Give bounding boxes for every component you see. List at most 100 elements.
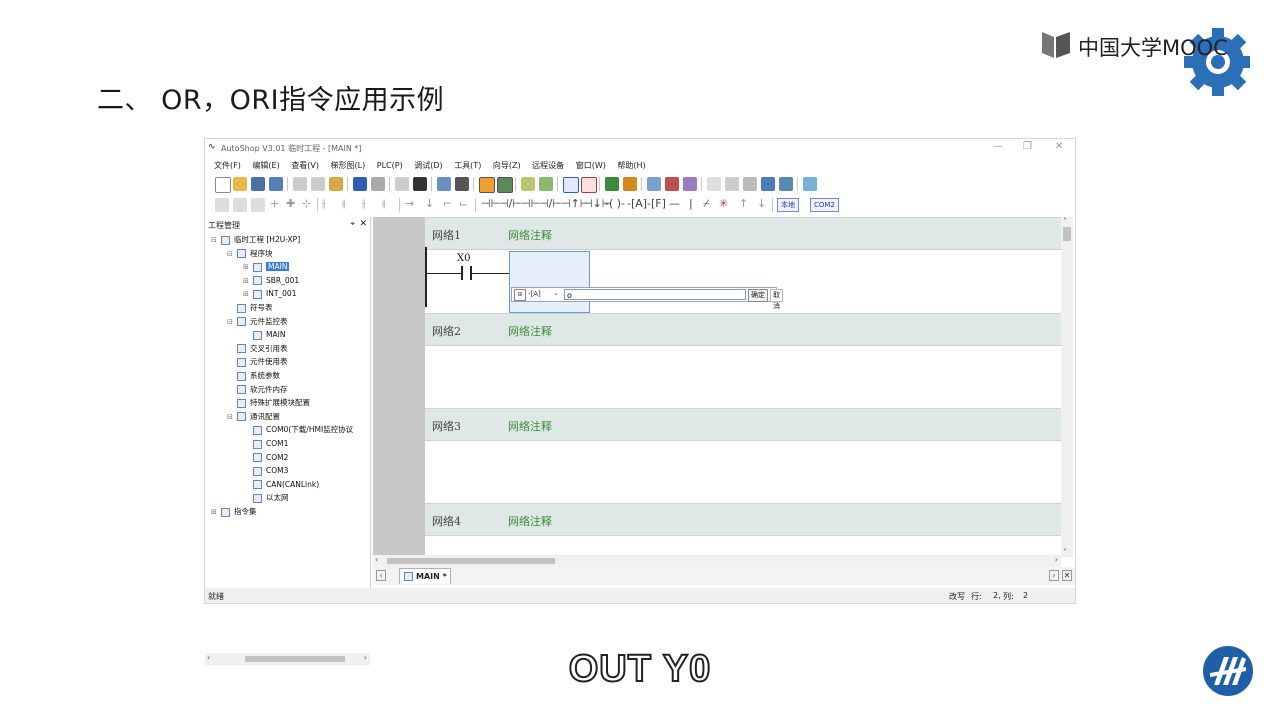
menu-tools[interactable]: 工具(T) [454,160,481,171]
branch-icon[interactable]: ⌐ [443,197,452,210]
network-comment[interactable]: 网络注释 [508,227,552,243]
menu-file[interactable]: 文件(F) [214,160,241,171]
delete-hline-icon[interactable]: ⌿ [703,197,710,211]
redo-icon[interactable] [371,177,385,191]
network-header-4[interactable]: 网络4 网络注释 [425,503,1061,536]
monitor-icon[interactable] [647,177,661,191]
branch-end-icon[interactable]: ⌙ [459,197,468,210]
down-arrow-icon[interactable]: ↓ [757,197,766,210]
editor-vertical-scrollbar[interactable]: ˄ ˅ [1061,217,1073,557]
tree-item[interactable]: CAN(CANLink) [253,479,319,491]
network-header-3[interactable]: 网络3 网络注释 [425,408,1061,441]
network-comment[interactable]: 网络注释 [508,418,552,434]
save-icon[interactable] [251,177,265,191]
hline-draw-icon[interactable]: — [669,197,680,210]
tree-item[interactable]: ⊟ 程序块 [227,248,273,260]
tree-item[interactable]: COM3 [253,465,288,477]
tree-item[interactable]: 交叉引用表 [237,343,288,355]
close-tab-icon[interactable]: ✕ [1062,570,1072,581]
print-icon[interactable] [455,177,469,191]
cancel-button[interactable]: 取消 [770,289,783,310]
save-all-icon[interactable] [269,177,283,191]
tree-item[interactable]: COM2 [253,452,288,464]
confirm-button[interactable]: 确定 [748,289,768,302]
insert-row-icon[interactable]: + [270,197,279,210]
run-icon[interactable] [563,177,579,193]
menu-wizard[interactable]: 向导(Z) [493,160,521,171]
network-comment[interactable]: 网络注释 [508,323,552,339]
tab-main[interactable]: MAIN * [399,568,451,584]
instruction-icon[interactable]: -[A] [627,197,647,210]
new-file-icon[interactable] [215,177,231,193]
ladder-tool-3-icon[interactable] [251,198,265,212]
tree-item[interactable]: ⊟ 通讯配置 [227,411,280,423]
tree-item[interactable]: 特殊扩展模块配置 [237,397,310,409]
find-icon[interactable] [413,177,427,191]
close-pane-icon[interactable]: ✕ [359,219,367,229]
vline-icon[interactable]: ↓ [425,197,434,210]
parallel-1-icon[interactable]: ⫲ [322,197,326,211]
ori-contact-icon[interactable]: ⊣/⊢ [539,197,562,210]
network-comment[interactable]: 网络注释 [508,513,552,529]
paste-icon[interactable] [329,177,343,191]
parallel-3-icon[interactable]: ⫲ [362,197,366,211]
pin-icon[interactable]: ⌖ [350,219,355,229]
menu-view[interactable]: 查看(V) [291,160,319,171]
instruction-input[interactable]: o [564,289,746,300]
pen-icon[interactable] [707,177,721,191]
ladder-tool-1-icon[interactable] [215,198,229,212]
insert-down-icon[interactable]: ✚ [286,197,295,210]
tree-item[interactable]: ⊞ SBR_001 [243,275,299,287]
download-icon[interactable] [605,177,619,191]
tree-item[interactable]: 软元件内存 [237,384,288,396]
chevron-down-icon[interactable]: ⌄ [553,289,559,297]
expand-icon[interactable]: ⊞ [243,261,249,273]
print-preview-icon[interactable] [437,177,451,191]
tree-item[interactable]: 以太网 [253,492,289,504]
no-contact-icon[interactable]: ⊣⊢ [481,197,500,210]
com-port-button[interactable]: COM2 [810,198,839,212]
or-contact-icon[interactable]: ⊣⊢ [521,197,540,210]
tree-item[interactable]: ⊞ 指令集 [211,506,257,518]
copy-icon[interactable] [311,177,325,191]
list-view-icon[interactable] [497,177,513,193]
image-icon[interactable] [803,177,817,191]
menu-help[interactable]: 帮助(H) [617,160,645,171]
nc-contact-icon[interactable]: ⊣/⊢ [499,197,522,210]
tree-item[interactable]: ⊞ MAIN [243,261,290,273]
expand-icon[interactable]: ⊞ [243,275,249,287]
cut-icon[interactable] [293,177,307,191]
menu-plc[interactable]: PLC(P) [377,161,403,170]
expand-icon[interactable]: ⊞ [243,288,249,300]
tree-item[interactable]: COM1 [253,438,288,450]
close-window-button[interactable]: ✕ [1055,141,1063,152]
window-icon[interactable] [761,177,775,191]
undo-icon[interactable] [353,177,367,191]
menu-remote[interactable]: 远程设备 [532,160,564,171]
table-icon[interactable] [779,177,793,191]
normally-open-contact[interactable] [461,266,472,280]
function-icon[interactable]: -[F] [647,197,666,210]
delete-icon[interactable] [395,177,409,191]
upload-icon[interactable] [623,177,637,191]
monitor-stop-icon[interactable] [665,177,679,191]
menu-debug[interactable]: 调试(D) [414,160,442,171]
tab-scroll-right-icon[interactable]: › [1049,570,1059,581]
debug-icon[interactable] [683,177,697,191]
tree-item[interactable]: 符号表 [237,302,273,314]
vline-draw-icon[interactable]: | [689,197,693,210]
tree-item[interactable]: 系统参数 [237,370,280,382]
collapse-icon[interactable]: ⊟ [227,248,233,260]
tab-scroll-left-icon[interactable]: ‹ [376,570,386,581]
menu-ladder[interactable]: 梯形图(L) [331,160,366,171]
tree-item[interactable]: ⊟ 元件监控表 [227,316,288,328]
open-folder-icon[interactable] [233,177,247,191]
tree-item[interactable]: 元件使用表 [237,356,288,368]
selected-cell[interactable] [509,251,590,313]
zoom-icon[interactable] [743,177,757,191]
up-arrow-icon[interactable]: ↑ [739,197,748,210]
expand-icon[interactable]: ⊞ [211,506,217,518]
ladder-editor[interactable]: 网络1 网络注释 网络2 网络注释 网络3 网络注释 网络4 网络注释 X0 ⊞… [373,217,1075,573]
local-button[interactable]: 本地 [777,198,799,212]
tree-item[interactable]: COM0(下载/HMI监控协议 [253,424,353,436]
